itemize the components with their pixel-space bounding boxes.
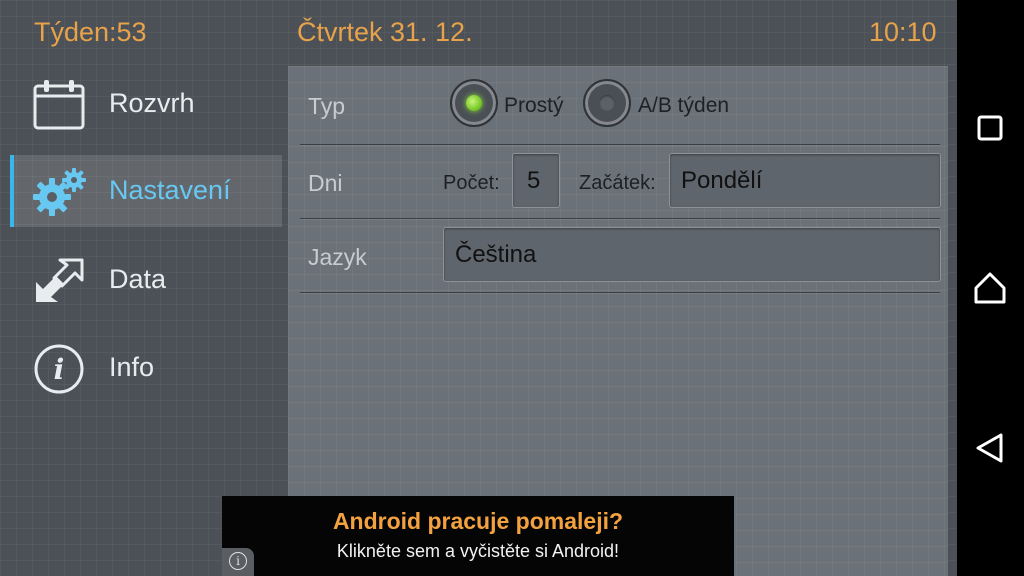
clock: 10:10 xyxy=(869,17,937,47)
ad-info-button[interactable]: i xyxy=(222,548,254,576)
svg-text:i: i xyxy=(54,353,65,386)
import-export-arrows-icon xyxy=(32,254,86,308)
days-label: Dni xyxy=(308,170,343,196)
current-date: Čtvrtek 31. 12. xyxy=(297,17,473,47)
calendar-icon xyxy=(32,78,86,132)
start-day-select[interactable]: Pondělí xyxy=(669,153,941,208)
app-window: Týden:53 Čtvrtek 31. 12. 10:10 Rozvrh Na… xyxy=(0,0,957,576)
ad-subline: Klikněte sem a vyčistěte si Android! xyxy=(336,541,620,561)
home-icon[interactable] xyxy=(970,268,1010,308)
sidebar-item-label: Data xyxy=(109,264,167,294)
start-label: Začátek: xyxy=(579,172,656,194)
count-value: 5 xyxy=(527,167,541,194)
gears-icon xyxy=(32,165,86,219)
radio-selected-dot xyxy=(466,95,482,111)
sidebar-item-label: Info xyxy=(109,352,155,382)
sidebar-item-nastaveni[interactable]: Nastavení xyxy=(10,155,282,227)
language-row: Jazyk Čeština xyxy=(300,219,941,293)
sidebar-item-info[interactable]: i Info xyxy=(10,332,282,404)
sidebar-item-data[interactable]: Data xyxy=(10,244,282,316)
language-value: Čeština xyxy=(455,241,537,268)
count-label: Počet: xyxy=(443,172,500,194)
days-row: Dni Počet: 5 Začátek: Pondělí xyxy=(300,145,941,219)
language-select[interactable]: Čeština xyxy=(443,227,941,282)
sidebar-item-label: Nastavení xyxy=(109,175,231,205)
ad-banner[interactable]: Android pracuje pomaleji? Klikněte sem a… xyxy=(222,496,734,576)
recent-apps-icon[interactable] xyxy=(970,108,1010,148)
week-number: Týden:53 xyxy=(34,17,147,47)
language-label: Jazyk xyxy=(308,244,367,270)
count-field[interactable]: 5 xyxy=(512,153,560,208)
sidebar-item-rozvrh[interactable]: Rozvrh xyxy=(10,68,282,140)
radio-unselected-dot xyxy=(599,95,615,111)
type-label: Typ xyxy=(308,93,346,119)
ad-headline: Android pracuje pomaleji? xyxy=(332,508,624,534)
info-icon: i xyxy=(229,552,247,570)
system-navigation-bar xyxy=(957,0,1024,576)
type-row: Typ Prostý A/B týden xyxy=(300,66,940,145)
radio-ab-tyden-label[interactable]: A/B týden xyxy=(638,94,729,118)
info-icon: i xyxy=(32,342,86,396)
radio-ab-tyden[interactable] xyxy=(583,79,631,127)
start-day-value: Pondělí xyxy=(681,167,763,194)
back-icon[interactable] xyxy=(970,428,1010,468)
sidebar-item-label: Rozvrh xyxy=(109,88,195,118)
radio-prosty[interactable] xyxy=(450,79,498,127)
top-bar: Týden:53 Čtvrtek 31. 12. 10:10 xyxy=(0,0,957,64)
radio-prosty-label[interactable]: Prostý xyxy=(504,94,564,118)
